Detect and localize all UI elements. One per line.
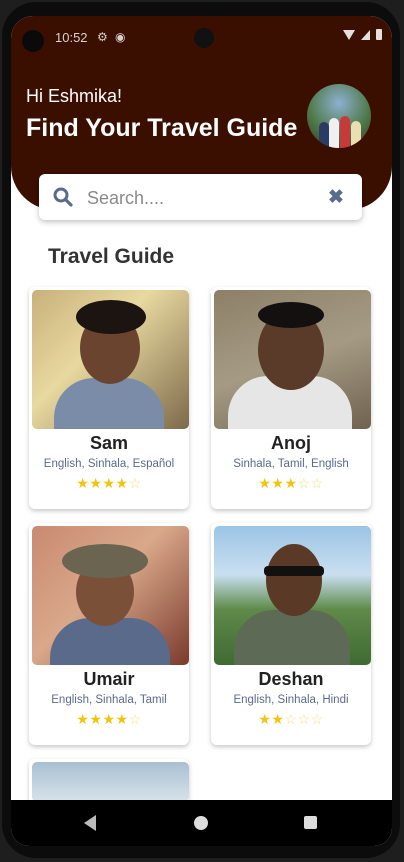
guide-photo [32,526,189,665]
greeting-text: Hi Eshmika! [26,86,123,106]
guide-rating: ★★★☆☆ [258,475,324,491]
notification-status-icon: ◉ [115,30,126,44]
guide-photo [32,762,189,802]
guide-languages: English, Sinhala, Español [43,458,175,470]
guide-rating: ★★★★☆ [76,711,142,727]
app-screen: 10:52 ⚙ ◉ Hi Eshmika! Find Your Travel G… [11,16,392,846]
guide-card[interactable]: Umair English, Sinhala, Tamil ★★★★☆ [29,523,189,745]
search-bar[interactable]: ✖ [39,174,362,220]
settings-status-icon: ⚙ [97,30,108,44]
guide-rating: ★★★★☆ [76,475,142,491]
phone-frame: 10:52 ⚙ ◉ Hi Eshmika! Find Your Travel G… [2,2,400,858]
guide-photo [214,290,371,429]
guide-rating: ★★☆☆☆ [258,711,324,727]
guide-name: Umair [83,669,135,689]
battery-icon [376,29,382,40]
back-icon[interactable] [84,815,96,831]
guide-name: Anoj [271,433,311,453]
guide-card[interactable]: Sam English, Sinhala, Español ★★★★☆ [29,287,189,509]
guide-languages: English, Sinhala, Tamil [51,694,167,706]
guide-name: Sam [89,433,129,453]
status-icons [343,29,382,40]
wifi-icon [343,29,355,40]
recents-icon[interactable] [304,816,317,829]
search-icon[interactable] [53,187,73,207]
search-input[interactable] [85,185,319,211]
front-camera-icon [194,28,214,48]
page-title: Find Your Travel Guide [26,114,298,142]
guide-card[interactable]: Deshan English, Sinhala, Hindi ★★☆☆☆ [211,523,371,745]
guide-photo [32,290,189,429]
guide-name: Deshan [258,669,324,689]
system-nav-bar [11,800,392,846]
guide-card[interactable]: Anoj Sinhala, Tamil, English ★★★☆☆ [211,287,371,509]
section-title: Travel Guide [48,245,175,268]
user-avatar[interactable] [307,84,371,148]
home-icon[interactable] [194,816,208,830]
camera-cutout [22,30,44,52]
guide-photo [214,526,371,665]
signal-icon [361,29,370,40]
guide-languages: Sinhala, Tamil, English [233,458,349,470]
status-time: 10:52 [55,30,88,45]
clear-icon[interactable]: ✖ [328,186,344,209]
guide-languages: English, Sinhala, Hindi [233,694,349,706]
